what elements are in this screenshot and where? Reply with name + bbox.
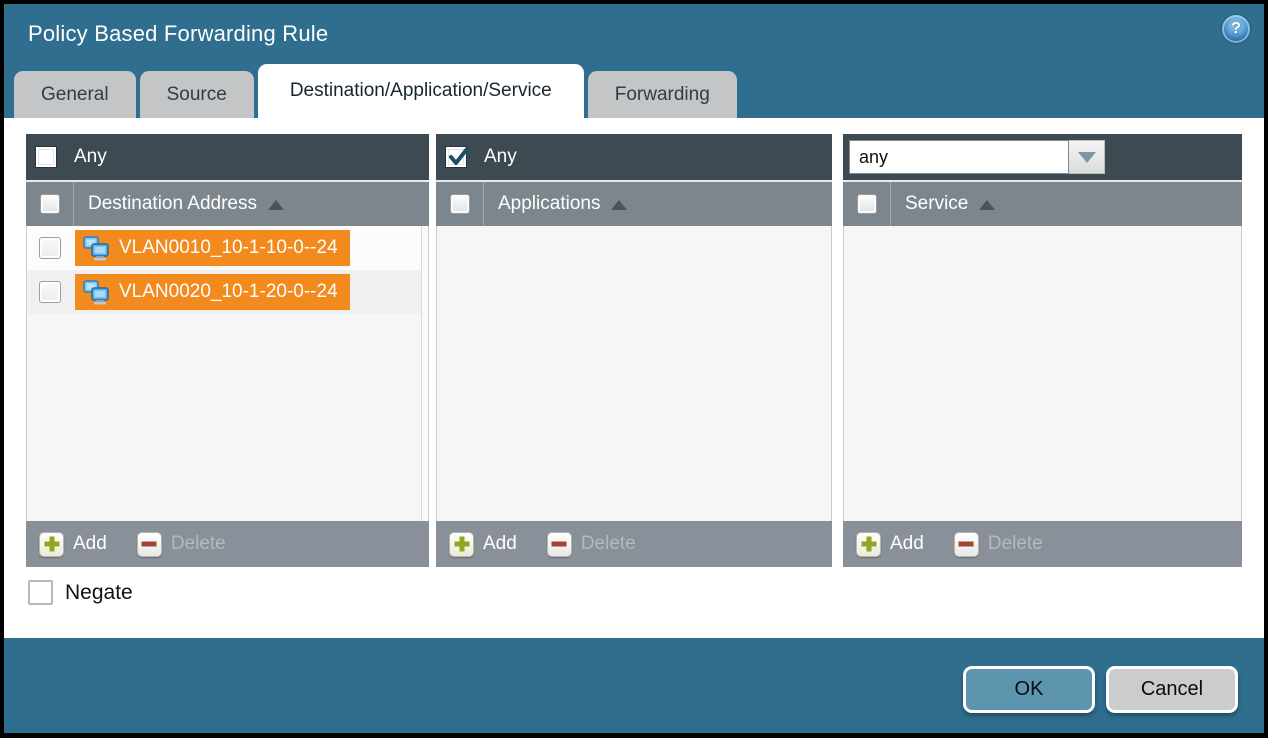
tab-content: Any Destination Address [4, 118, 1264, 638]
service-dropdown [849, 140, 1105, 174]
list-item[interactable]: VLAN0020_10-1-20-0--24 [75, 274, 350, 310]
minus-icon [954, 532, 979, 557]
policy-forwarding-dialog: Policy Based Forwarding Rule ? General S… [0, 0, 1268, 738]
minus-icon [547, 532, 572, 557]
service-selectall-checkbox[interactable] [857, 194, 877, 214]
delete-button[interactable]: Delete [954, 532, 1043, 557]
destination-selectall-checkbox[interactable] [40, 194, 60, 214]
destination-any-label: Any [74, 146, 107, 168]
sort-asc-icon [268, 200, 284, 210]
dialog-window: Policy Based Forwarding Rule ? General S… [4, 4, 1264, 733]
applications-list [436, 226, 832, 521]
chevron-down-icon [1078, 152, 1096, 163]
destination-actions-bar: Add Delete [26, 521, 429, 567]
address-object-icon [83, 236, 110, 261]
dialog-title: Policy Based Forwarding Rule [28, 21, 328, 47]
check-mark-icon [447, 145, 471, 169]
applications-actions-bar: Add Delete [436, 521, 832, 567]
tab-forwarding[interactable]: Forwarding [588, 71, 737, 118]
service-column-label[interactable]: Service [905, 193, 968, 215]
service-panel: Service Add Delete [843, 134, 1242, 567]
service-column-header: Service [843, 180, 1242, 226]
destination-list: VLAN0010_10-1-10-0--24 [26, 226, 429, 521]
list-item[interactable]: VLAN0010_10-1-10-0--24 [75, 230, 350, 266]
delete-button[interactable]: Delete [547, 532, 636, 557]
address-label: VLAN0020_10-1-20-0--24 [119, 281, 338, 303]
destination-any-bar: Any [26, 134, 429, 180]
address-label: VLAN0010_10-1-10-0--24 [119, 237, 338, 259]
delete-button[interactable]: Delete [137, 532, 226, 557]
help-icon[interactable]: ? [1222, 15, 1250, 43]
applications-column-header: Applications [436, 180, 832, 226]
service-dropdown-bar [843, 134, 1242, 180]
table-row: VLAN0010_10-1-10-0--24 [27, 226, 428, 270]
destination-column-label[interactable]: Destination Address [88, 193, 257, 215]
destination-column-header: Destination Address [26, 180, 429, 226]
negate-option: Negate [28, 580, 133, 605]
destination-any-checkbox[interactable] [35, 146, 57, 168]
service-dropdown-input[interactable] [849, 140, 1069, 174]
row-checkbox[interactable] [39, 237, 61, 259]
cancel-button[interactable]: Cancel [1106, 666, 1238, 713]
applications-column-label[interactable]: Applications [498, 193, 600, 215]
sort-asc-icon [611, 200, 627, 210]
table-row: VLAN0020_10-1-20-0--24 [27, 270, 428, 314]
row-checkbox[interactable] [39, 281, 61, 303]
applications-any-label: Any [484, 146, 517, 168]
add-button[interactable]: Add [39, 532, 107, 557]
tab-general[interactable]: General [14, 71, 136, 118]
tab-source[interactable]: Source [140, 71, 254, 118]
plus-icon [39, 532, 64, 557]
plus-icon [449, 532, 474, 557]
scrollbar[interactable] [421, 226, 428, 521]
tab-bar: General Source Destination/Application/S… [14, 64, 741, 118]
service-actions-bar: Add Delete [843, 521, 1242, 567]
service-list [843, 226, 1242, 521]
add-button[interactable]: Add [856, 532, 924, 557]
applications-any-bar: Any [436, 134, 832, 180]
address-object-icon [83, 280, 110, 305]
applications-panel: Any Applications Add Delete [436, 134, 832, 567]
applications-any-checkbox[interactable] [445, 146, 467, 168]
negate-label: Negate [65, 581, 133, 605]
destination-address-panel: Any Destination Address [26, 134, 429, 567]
negate-checkbox[interactable] [28, 580, 53, 605]
sort-asc-icon [979, 200, 995, 210]
dropdown-button[interactable] [1069, 140, 1105, 174]
ok-button[interactable]: OK [963, 666, 1095, 713]
minus-icon [137, 532, 162, 557]
tab-destination-application-service[interactable]: Destination/Application/Service [258, 64, 584, 118]
plus-icon [856, 532, 881, 557]
add-button[interactable]: Add [449, 532, 517, 557]
applications-selectall-checkbox[interactable] [450, 194, 470, 214]
